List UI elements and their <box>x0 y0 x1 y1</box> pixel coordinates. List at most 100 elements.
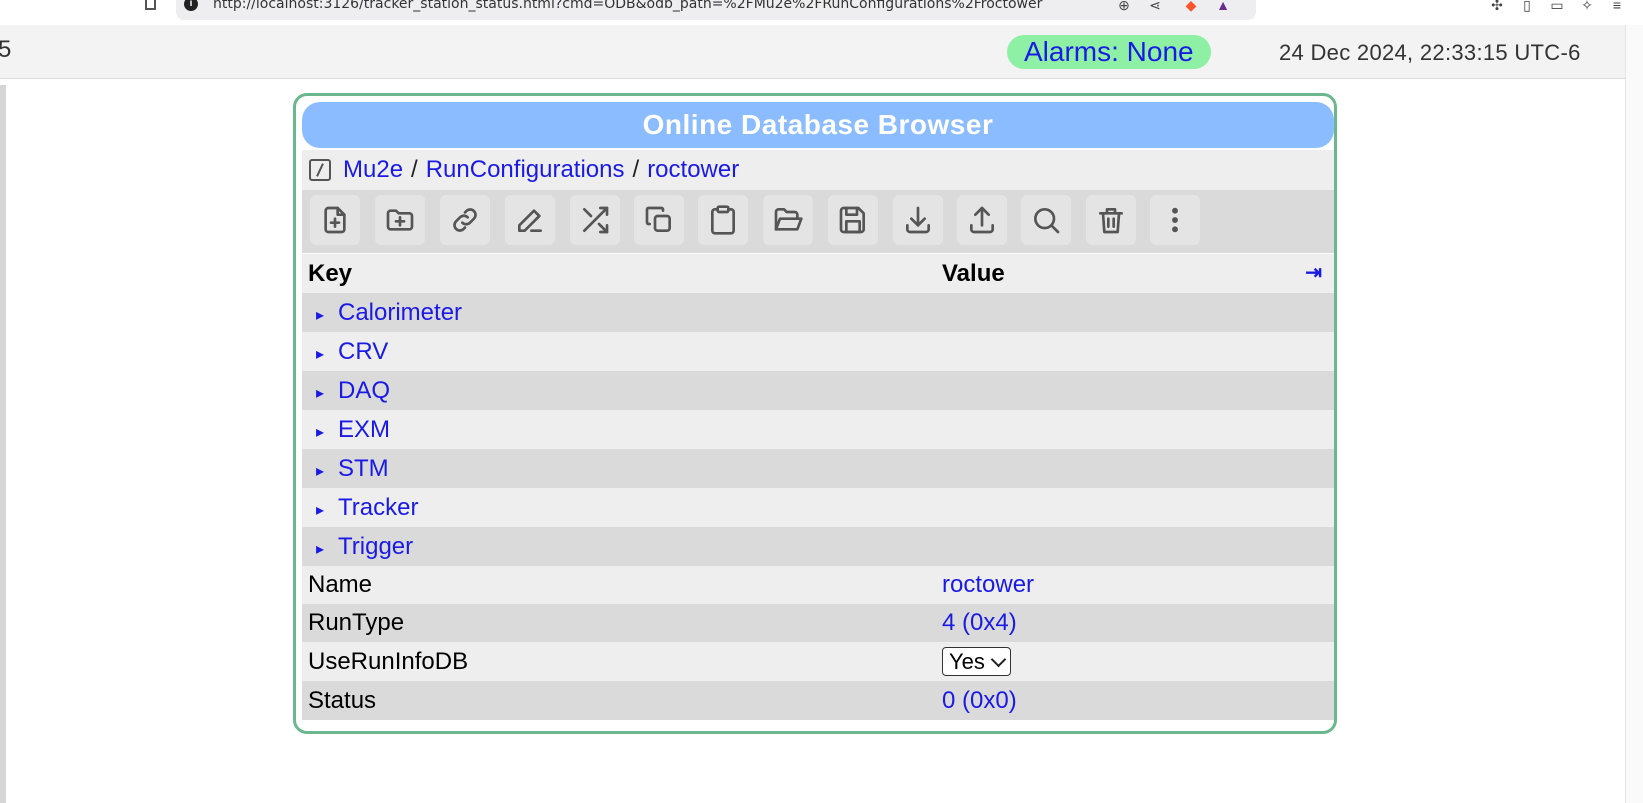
more-icon <box>1172 207 1178 233</box>
file-plus-icon <box>324 206 346 234</box>
select-value: Yes <box>949 648 985 674</box>
value-status[interactable]: 0 (0x0) <box>942 681 1017 720</box>
table-row[interactable]: ▸ Trigger <box>302 527 1334 566</box>
table-row[interactable]: ▸ CRV <box>302 332 1334 371</box>
table-row[interactable]: ▸ EXM <box>302 410 1334 449</box>
expand-triangle-icon: ▸ <box>316 541 325 558</box>
panel-title: Online Database Browser <box>302 102 1334 148</box>
open-file-button[interactable] <box>763 195 813 245</box>
odb-panel: Online Database Browser Mu2e / RunConfigur… <box>293 93 1337 734</box>
key-runtype: RunType <box>308 609 405 636</box>
key-name: Name <box>308 571 373 598</box>
expand-triangle-icon: ▸ <box>316 346 325 363</box>
vertical-scrollbar[interactable] <box>1625 25 1643 803</box>
brave-shields-icon[interactable]: ◆ <box>1182 0 1200 14</box>
rename-button[interactable] <box>505 195 555 245</box>
folder-label: DAQ <box>338 377 391 404</box>
folder-label: Trigger <box>338 533 414 560</box>
folder-crv[interactable]: ▸ CRV <box>308 332 388 374</box>
link-icon <box>453 208 477 232</box>
table-row: RunType 4 (0x4) <box>302 604 1334 642</box>
download-button[interactable] <box>893 195 943 245</box>
folder-open-icon <box>774 208 803 231</box>
upload-icon <box>970 206 994 234</box>
table-row[interactable]: ▸ Calorimeter <box>302 293 1334 332</box>
new-folder-button[interactable] <box>375 195 425 245</box>
breadcrumb: Mu2e / RunConfigurations / roctower <box>302 150 1334 190</box>
folder-stm[interactable]: ▸ STM <box>308 449 389 491</box>
expand-triangle-icon: ▸ <box>316 424 325 441</box>
table-row: Name roctower <box>302 566 1334 604</box>
copy-icon <box>645 206 671 232</box>
key-status: Status <box>308 687 377 714</box>
folder-exm[interactable]: ▸ EXM <box>308 410 390 452</box>
breadcrumb-separator: / <box>632 156 640 183</box>
folder-plus-icon <box>386 209 414 231</box>
reorder-button[interactable] <box>570 195 620 245</box>
breadcrumb-separator: / <box>411 156 418 183</box>
edit-icon <box>518 209 542 232</box>
breadcrumb-runconfigurations[interactable]: RunConfigurations <box>426 156 625 183</box>
expand-triangle-icon: ▸ <box>316 385 325 402</box>
datetime-display: 24 Dec 2024, 22:33:15 UTC-6 <box>1279 40 1581 65</box>
value-runtype[interactable]: 4 (0x4) <box>942 604 1017 642</box>
column-value: Value <box>942 260 1005 287</box>
folder-calorimeter[interactable]: ▸ Calorimeter <box>308 293 462 335</box>
folder-label: EXM <box>338 416 391 443</box>
delete-button[interactable] <box>1086 195 1136 245</box>
alarms-badge[interactable]: Alarms: None <box>1007 35 1211 69</box>
key-useruninfodb: UseRunInfoDB <box>308 648 469 675</box>
table-row[interactable]: ▸ DAQ <box>302 371 1334 410</box>
url-text[interactable]: http://localhost:3126/tracker_station_st… <box>213 0 1042 12</box>
bookmark-icon[interactable] <box>145 0 156 10</box>
breadcrumb-mu2e[interactable]: Mu2e <box>343 156 403 183</box>
download-icon <box>906 206 930 234</box>
paste-button[interactable] <box>698 195 748 245</box>
left-edge-bar <box>0 85 6 803</box>
edit-path-icon[interactable] <box>309 159 331 181</box>
folder-daq[interactable]: ▸ DAQ <box>308 371 390 413</box>
trash-icon <box>1099 208 1123 234</box>
table-row: UseRunInfoDB Yes <box>302 642 1334 681</box>
copy-button[interactable] <box>634 195 684 245</box>
menu-icon[interactable]: ≡ <box>1608 0 1626 14</box>
column-key: Key <box>308 260 353 287</box>
chevron-down-icon <box>990 651 1007 667</box>
folder-tracker[interactable]: ▸ Tracker <box>308 488 418 530</box>
expand-triangle-icon: ▸ <box>316 463 325 480</box>
value-name[interactable]: roctower <box>942 566 1034 604</box>
folder-trigger[interactable]: ▸ Trigger <box>308 527 413 569</box>
expand-triangle-icon: ▸ <box>316 502 325 519</box>
wallet-icon[interactable]: ▭ <box>1548 0 1566 14</box>
create-link-button[interactable] <box>440 195 490 245</box>
rewards-icon[interactable]: ▲ <box>1214 0 1232 14</box>
extensions-icon[interactable]: ✣ <box>1488 0 1506 14</box>
clipboard-icon <box>711 205 735 235</box>
table-header: Key Value ⇥ <box>302 254 1334 293</box>
browser-toolbar: i http://localhost:3126/tracker_station_… <box>0 0 1643 26</box>
share-icon[interactable]: ⋖ <box>1146 0 1164 14</box>
search-icon <box>1034 208 1060 234</box>
zoom-icon[interactable]: ⊕ <box>1115 0 1133 14</box>
folder-label: CRV <box>338 338 389 365</box>
header-title-fragment: 5 <box>0 36 12 63</box>
useruninfodb-select[interactable]: Yes <box>942 647 1011 676</box>
search-button[interactable] <box>1021 195 1071 245</box>
folder-label: Calorimeter <box>338 299 463 326</box>
save-button[interactable] <box>828 195 878 245</box>
folder-label: STM <box>338 455 389 482</box>
leo-icon[interactable]: ✧ <box>1578 0 1596 14</box>
table-row: Status 0 (0x0) <box>302 681 1334 720</box>
sidebar-icon[interactable]: ▯ <box>1518 0 1536 14</box>
new-key-button[interactable] <box>310 195 360 245</box>
folder-label: Tracker <box>338 494 419 521</box>
expand-column-icon[interactable]: ⇥ <box>1305 254 1322 293</box>
upload-button[interactable] <box>957 195 1007 245</box>
table-row[interactable]: ▸ Tracker <box>302 488 1334 527</box>
breadcrumb-roctower[interactable]: roctower <box>647 156 739 183</box>
more-options-button[interactable] <box>1150 195 1200 245</box>
table-row[interactable]: ▸ STM <box>302 449 1334 488</box>
expand-triangle-icon: ▸ <box>316 307 325 324</box>
odb-toolbar <box>302 190 1334 253</box>
shuffle-icon <box>583 206 609 234</box>
